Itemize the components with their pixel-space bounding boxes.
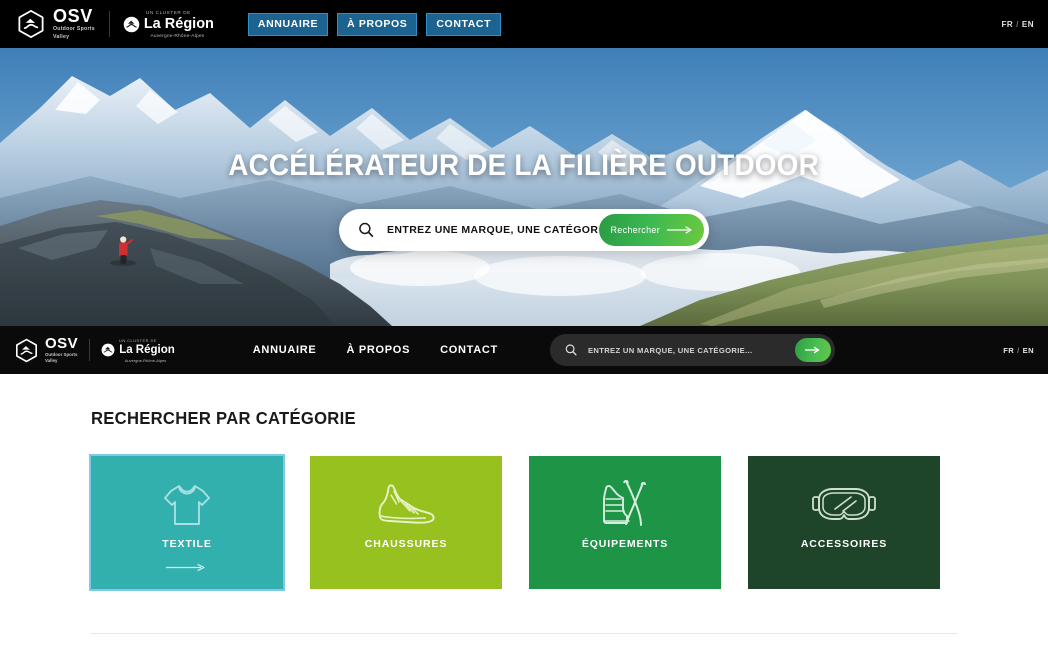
sticky-osv-sub-line1: Outdoor Sports bbox=[45, 351, 78, 357]
category-card-textile[interactable]: TEXTILE bbox=[89, 454, 285, 591]
sticky-region-main: La Région bbox=[101, 343, 175, 357]
lang-separator: / bbox=[1016, 19, 1019, 29]
sticky-search-submit-button[interactable] bbox=[794, 338, 831, 362]
category-label-accessoires: ACCESSOIRES bbox=[800, 537, 888, 550]
brand-group: OSV Outdoor Sports Valley UN CLUSTER DE … bbox=[16, 6, 214, 40]
category-arrow-textile bbox=[166, 559, 208, 571]
la-region-logo[interactable]: UN CLUSTER DE La Région Auvergne-Rhône-A… bbox=[123, 10, 214, 39]
hero-title: ACCÉLÉRATEUR DE LA FILIÈRE OUTDOOR bbox=[228, 149, 820, 182]
hero-search-submit-button[interactable]: Rechercher bbox=[599, 214, 704, 246]
ski-boot-and-skis-icon bbox=[596, 477, 654, 531]
category-card-equipements[interactable]: ÉQUIPEMENTS bbox=[529, 456, 721, 589]
la-region-circle-icon bbox=[123, 16, 140, 32]
region-name: La Région bbox=[143, 15, 214, 32]
category-card-accessoires[interactable]: ACCESSOIRES bbox=[748, 456, 940, 589]
sticky-lang-en[interactable]: EN bbox=[1023, 346, 1034, 355]
region-pretitle: UN CLUSTER DE bbox=[145, 9, 191, 15]
top-nav: ANNUAIRE À PROPOS CONTACT bbox=[247, 12, 502, 36]
sticky-lang-separator: / bbox=[1017, 345, 1020, 355]
sticky-nav-links: ANNUAIRE À PROPOS CONTACT bbox=[253, 344, 498, 356]
tshirt-icon bbox=[161, 477, 213, 531]
hero-banner: ACCÉLÉRATEUR DE LA FILIÈRE OUTDOOR Reche… bbox=[0, 48, 1048, 326]
sticky-search-input[interactable] bbox=[587, 345, 795, 355]
category-card-chaussures[interactable]: CHAUSSURES bbox=[310, 456, 502, 589]
osv-wordmark: OSV Outdoor Sports Valley bbox=[53, 6, 95, 40]
category-section: RECHERCHER PAR CATÉGORIE TEXTILE CHAUSSU… bbox=[0, 374, 1048, 634]
nav-button-annuaire[interactable]: ANNUAIRE bbox=[247, 12, 329, 36]
category-section-title: RECHERCHER PAR CATÉGORIE bbox=[91, 408, 356, 428]
region-subtitle: Auvergne-Rhône-Alpes bbox=[150, 33, 205, 39]
lang-en[interactable]: EN bbox=[1022, 20, 1034, 29]
osv-hexagon-mountain-icon bbox=[18, 9, 44, 39]
arrow-right-icon bbox=[667, 226, 692, 234]
sticky-osv-logo[interactable]: OSV Outdoor Sports Valley bbox=[14, 334, 79, 364]
search-icon bbox=[565, 344, 577, 356]
search-icon bbox=[359, 222, 374, 238]
osv-logo[interactable]: OSV Outdoor Sports Valley bbox=[16, 6, 95, 40]
sticky-language-switcher: FR / EN bbox=[1003, 346, 1034, 355]
sticky-brand-divider bbox=[89, 339, 91, 361]
osv-title: OSV bbox=[53, 6, 93, 27]
brand-divider bbox=[108, 11, 110, 37]
sticky-osv-title: OSV bbox=[45, 334, 79, 352]
sticky-region-subtitle: Auvergne-Rhône-Alpes bbox=[124, 357, 167, 363]
language-switcher: FR / EN bbox=[1001, 20, 1034, 29]
hero-content: ACCÉLÉRATEUR DE LA FILIÈRE OUTDOOR Reche… bbox=[0, 48, 1048, 326]
lang-fr[interactable]: FR bbox=[1001, 20, 1013, 29]
nav-button-a-propos[interactable]: À PROPOS bbox=[337, 12, 418, 36]
sneaker-icon bbox=[374, 477, 438, 531]
arrow-right-icon bbox=[805, 346, 820, 354]
category-label-equipements: ÉQUIPEMENTS bbox=[581, 537, 669, 550]
sticky-nav-item-annuaire[interactable]: ANNUAIRE bbox=[253, 344, 317, 356]
sticky-nav-bar: OSV Outdoor Sports Valley UN CLUSTER DE … bbox=[0, 326, 1048, 374]
category-label-textile: TEXTILE bbox=[162, 537, 212, 550]
sticky-nav-item-a-propos[interactable]: À PROPOS bbox=[346, 344, 410, 356]
hero-search-button-label: Rechercher bbox=[610, 225, 660, 235]
region-main: La Région bbox=[123, 16, 214, 33]
ski-goggles-icon bbox=[811, 477, 877, 531]
hero-search-input[interactable] bbox=[387, 224, 600, 236]
section-divider bbox=[91, 633, 957, 634]
nav-button-contact[interactable]: CONTACT bbox=[426, 12, 502, 36]
category-label-chaussures: CHAUSSURES bbox=[364, 537, 448, 550]
osv-hexagon-mountain-icon bbox=[16, 338, 37, 362]
sticky-la-region-logo[interactable]: UN CLUSTER DE La Région Auvergne-Rhône-A… bbox=[101, 338, 175, 363]
osv-sub-line1: Outdoor Sports bbox=[53, 26, 95, 33]
sticky-region-name: La Région bbox=[119, 343, 175, 356]
page-root: OSV Outdoor Sports Valley UN CLUSTER DE … bbox=[0, 0, 1048, 650]
top-header: OSV Outdoor Sports Valley UN CLUSTER DE … bbox=[0, 0, 1048, 48]
sticky-osv-wordmark: OSV Outdoor Sports Valley bbox=[45, 334, 79, 364]
sticky-lang-fr[interactable]: FR bbox=[1003, 346, 1014, 355]
la-region-circle-icon bbox=[101, 343, 115, 356]
sticky-osv-sub-line2: Valley bbox=[45, 358, 58, 363]
osv-sub-line2: Valley bbox=[53, 33, 70, 40]
sticky-nav-item-contact[interactable]: CONTACT bbox=[440, 344, 498, 356]
sticky-search-bar[interactable] bbox=[549, 334, 835, 366]
category-grid: TEXTILE CHAUSSURES ÉQUIPEMENTS ACCESSOIR… bbox=[89, 454, 1048, 591]
hero-search-bar[interactable]: Rechercher bbox=[339, 209, 709, 251]
